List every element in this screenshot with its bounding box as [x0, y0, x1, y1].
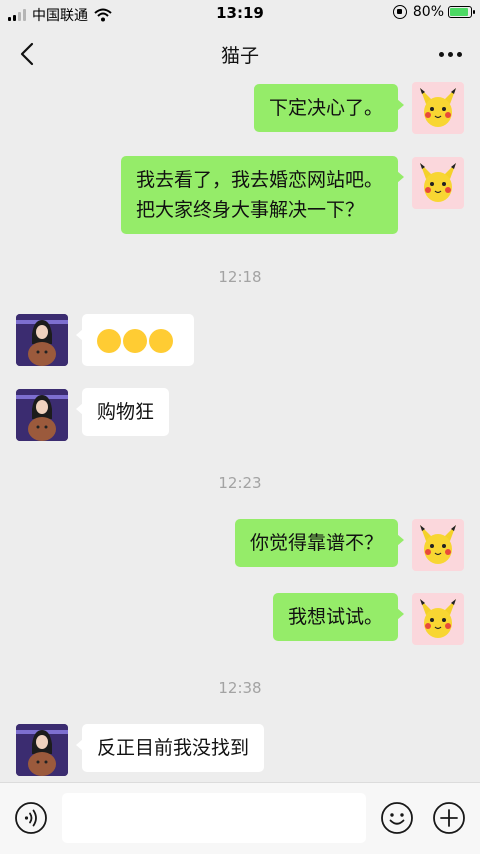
- message-bubble-incoming[interactable]: [76, 314, 194, 366]
- my-avatar[interactable]: [412, 157, 464, 209]
- contact-avatar[interactable]: [16, 389, 68, 441]
- message-timestamp: 12:18: [218, 268, 262, 286]
- message-bubble-outgoing[interactable]: 下定决心了。: [253, 84, 405, 132]
- orientation-lock-icon: [392, 5, 407, 19]
- my-avatar[interactable]: [412, 593, 464, 645]
- contact-photo-icon: [16, 389, 68, 441]
- my-avatar[interactable]: [412, 82, 464, 134]
- status-bar-right: 80%: [392, 4, 475, 20]
- contact-avatar[interactable]: [16, 314, 68, 366]
- battery-icon: [448, 6, 475, 18]
- message-bubble-incoming[interactable]: 反正目前我没找到: [75, 724, 265, 772]
- pikachu-avatar-icon: [412, 82, 464, 134]
- plus-icon[interactable]: [432, 801, 466, 835]
- contact-photo-icon: [16, 724, 68, 776]
- input-bar: [0, 782, 480, 854]
- message-bubble-outgoing[interactable]: 我去看了，我去婚恋网站吧。 把大家终身大事解决一下？: [120, 156, 405, 234]
- message-text: 反正目前我没找到: [97, 737, 250, 759]
- more-dots-icon[interactable]: [430, 38, 470, 70]
- tears-of-joy-emoji-icon: [97, 328, 121, 353]
- message-text: 购物狂: [97, 401, 155, 423]
- message-text: 下定决心了。: [268, 97, 383, 119]
- contact-photo-icon: [16, 314, 68, 366]
- my-avatar[interactable]: [412, 519, 464, 571]
- message-timestamp: 12:38: [218, 679, 262, 697]
- message-text: 我想试试。: [287, 606, 383, 628]
- message-bubble-outgoing[interactable]: 我想试试。: [272, 593, 405, 641]
- pikachu-avatar-icon: [412, 157, 464, 209]
- message-input[interactable]: [62, 793, 366, 843]
- status-bar: 中国联通 13:19 80%: [0, 0, 480, 28]
- pikachu-avatar-icon: [412, 593, 464, 645]
- emoji-icon[interactable]: [380, 801, 414, 835]
- battery-percent: 80%: [412, 4, 444, 20]
- contact-avatar[interactable]: [16, 724, 68, 776]
- message-bubble-outgoing[interactable]: 你觉得靠谱不？: [234, 519, 405, 567]
- message-bubble-incoming[interactable]: 购物狂: [75, 388, 170, 436]
- message-text: 你觉得靠谱不？: [249, 532, 383, 554]
- message-text-line: 我去看了，我去婚恋网站吧。: [135, 169, 383, 191]
- chat-title: 猫子: [220, 45, 259, 67]
- chat-header: 猫子: [0, 28, 480, 80]
- message-text-line: 把大家终身大事解决一下？: [135, 199, 364, 221]
- message-timestamp: 12:23: [218, 474, 262, 492]
- voice-icon[interactable]: [14, 801, 48, 835]
- tears-of-joy-emoji-icon: [123, 328, 147, 353]
- tears-of-joy-emoji-icon: [149, 328, 173, 353]
- pikachu-avatar-icon: [412, 519, 464, 571]
